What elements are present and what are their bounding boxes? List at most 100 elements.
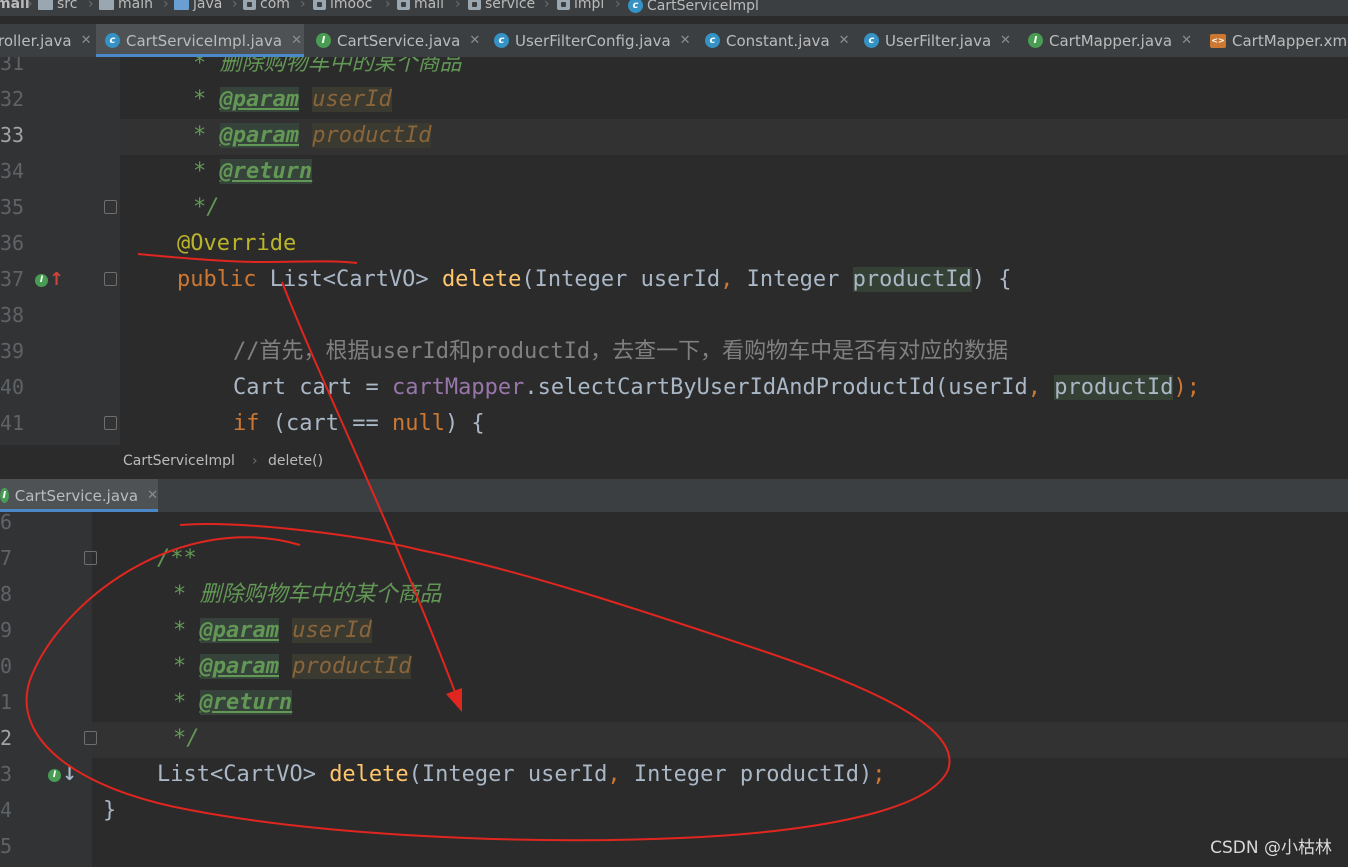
line-number: 9 — [0, 618, 13, 642]
code-line[interactable]: 7 /** — [0, 542, 1348, 578]
line-number: 1 — [0, 690, 13, 714]
breadcrumb-item-class[interactable]: c CartServiceImpl — [628, 0, 759, 13]
keyword: if — [233, 411, 260, 436]
close-icon[interactable]: ✕ — [1000, 33, 1011, 48]
param-name-highlighted: productId — [852, 267, 972, 292]
class-icon: c — [705, 33, 720, 48]
doc-comment: * 删除购物车中的某个商品 — [173, 582, 442, 607]
code-line[interactable]: 5 — [0, 830, 1348, 866]
interface-icon: I — [48, 768, 61, 782]
tab-cartservice-split[interactable]: I CartService.java ✕ — [0, 479, 158, 512]
breadcrumb-item-java[interactable]: java — [174, 0, 222, 11]
doc-star: * — [193, 87, 207, 112]
close-icon[interactable]: ✕ — [147, 488, 158, 503]
override-annotation: @Override — [177, 231, 297, 256]
code-line[interactable]: 38 — [0, 299, 1348, 335]
code-line[interactable]: 36 @Override — [0, 227, 1348, 263]
line-number: 8 — [0, 582, 13, 606]
folder-icon — [99, 0, 114, 10]
code-line[interactable]: 3 I ↓ List<CartVO> delete(Integer userId,… — [0, 758, 1348, 794]
tab-label: Constant.java — [726, 31, 830, 50]
implements-marker[interactable]: I ↑ — [35, 271, 64, 289]
fold-icon[interactable] — [84, 731, 97, 745]
tab-label: UserFilterConfig.java — [515, 31, 671, 50]
source-folder-icon — [174, 0, 189, 10]
breadcrumb-separator: › — [232, 0, 238, 12]
interface-icon: I — [1028, 33, 1043, 48]
code-line[interactable]: 31 * 删除购物车中的某个商品 — [0, 57, 1348, 83]
code-editor-interface[interactable]: 6 7 /** 8 * 删除购物车中的某个商品 9 * @param userI… — [0, 512, 1348, 867]
interface-icon: I — [35, 273, 48, 287]
breadcrumb-item-project[interactable]: mall — [0, 0, 30, 11]
tab-cartmapper-xml[interactable]: <> CartMapper.xm — [1205, 24, 1348, 57]
fold-icon[interactable] — [104, 200, 117, 214]
close-icon[interactable]: ✕ — [291, 33, 302, 48]
split-tab-bar: I CartService.java ✕ — [0, 479, 1348, 512]
code-line[interactable]: 39 //首先，根据userId和productId，去查一下，看购物车中是否有… — [0, 335, 1348, 371]
code-line[interactable]: 33 * @param productId — [0, 119, 1348, 155]
doc-comment-start: /** — [157, 546, 197, 571]
param-name-highlighted: productId — [1054, 375, 1174, 400]
fold-icon[interactable] — [104, 416, 117, 430]
line-number: 34 — [0, 159, 25, 183]
package-icon — [243, 0, 256, 10]
close-icon[interactable]: ✕ — [839, 33, 850, 48]
code-line[interactable]: 34 * @return — [0, 155, 1348, 191]
breadcrumb-item-service[interactable]: service — [468, 0, 535, 11]
breadcrumb-item-impl[interactable]: impl — [557, 0, 604, 11]
breadcrumb-item-mall[interactable]: mall — [397, 0, 444, 11]
tab-cartserviceimpl[interactable]: c CartServiceImpl.java ✕ — [96, 24, 304, 57]
breadcrumb-separator: › — [544, 0, 550, 12]
tab-constant[interactable]: c Constant.java ✕ — [698, 24, 853, 57]
tab-label: UserFilter.java — [885, 31, 992, 50]
close-icon[interactable]: ✕ — [680, 33, 691, 48]
close-icon[interactable]: ✕ — [1181, 33, 1192, 48]
breadcrumb-method[interactable]: delete() — [268, 453, 323, 469]
code-line[interactable]: 35 */ — [0, 191, 1348, 227]
code-line[interactable]: 40 Cart cart = cartMapper.selectCartByUs… — [0, 371, 1348, 407]
breadcrumb-item-imooc[interactable]: imooc — [313, 0, 372, 11]
code-line[interactable]: 8 * 删除购物车中的某个商品 — [0, 578, 1348, 614]
fold-icon[interactable] — [104, 272, 117, 286]
code-line[interactable]: 37 I ↑ public List<CartVO> delete(Integer… — [0, 263, 1348, 299]
breadcrumb-item-src[interactable]: src — [38, 0, 77, 11]
breadcrumb-item-main[interactable]: main — [99, 0, 153, 11]
code-line[interactable]: 2 */ — [0, 722, 1348, 758]
variable-declaration: Cart cart = — [233, 375, 392, 400]
code-line[interactable]: 41 if (cart == null) { — [0, 407, 1348, 443]
breadcrumb-separator: › — [300, 0, 306, 12]
tab-userfilterconfig[interactable]: c UserFilterConfig.java ✕ — [487, 24, 694, 57]
code-editor-impl[interactable]: 31 * 删除购物车中的某个商品 32 * @param userId 33 *… — [0, 57, 1348, 445]
implemented-marker[interactable]: I ↓ — [48, 766, 77, 784]
code-line[interactable]: 0 * @param productId — [0, 650, 1348, 686]
doc-comment-end: */ — [193, 195, 220, 220]
breadcrumb-item-com[interactable]: com — [243, 0, 290, 11]
param-name: userId — [640, 267, 721, 292]
breadcrumb-class[interactable]: CartServiceImpl — [123, 453, 235, 469]
code-line[interactable]: 9 * @param userId — [0, 614, 1348, 650]
tab-controller[interactable]: roller.java ✕ — [0, 24, 94, 57]
class-brace: } — [103, 798, 117, 823]
tab-userfilter[interactable]: c UserFilter.java ✕ — [857, 24, 1017, 57]
code-line[interactable]: 1 * @return — [0, 686, 1348, 722]
doc-comment: * 删除购物车中的某个商品 — [193, 57, 462, 76]
tab-cartmapper-java[interactable]: I CartMapper.java ✕ — [1021, 24, 1201, 57]
comma: , — [720, 267, 734, 292]
line-number: 7 — [0, 546, 13, 570]
breadcrumb-separator: › — [455, 0, 461, 12]
breadcrumb-separator: › — [252, 453, 258, 469]
param-list: Integer productId) — [620, 762, 873, 787]
xml-icon: <> — [1210, 33, 1226, 48]
line-number: 38 — [0, 303, 25, 327]
close-icon[interactable]: ✕ — [81, 33, 92, 48]
close-icon[interactable]: ✕ — [469, 33, 480, 48]
line-number: 41 — [0, 411, 25, 435]
code-line[interactable]: 4 } — [0, 794, 1348, 830]
code-line[interactable]: 32 * @param userId — [0, 83, 1348, 119]
fold-icon[interactable] — [84, 551, 97, 565]
code-line[interactable]: 6 — [0, 512, 1348, 542]
tab-cartservice[interactable]: I CartService.java ✕ — [308, 24, 483, 57]
doc-comment-end: */ — [173, 726, 200, 751]
line-number: 4 — [0, 798, 13, 822]
brace: ) { — [971, 267, 1012, 292]
